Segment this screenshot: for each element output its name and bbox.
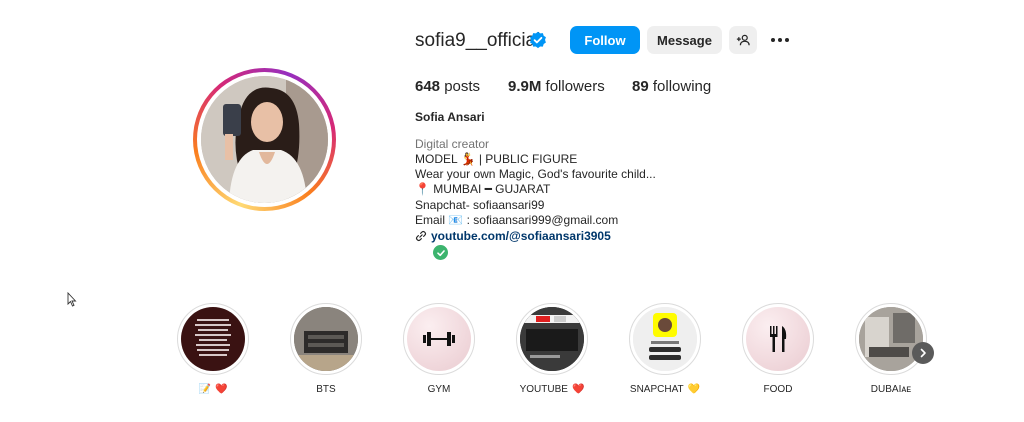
suggested-users-button[interactable]	[729, 26, 757, 54]
chevron-right-icon	[920, 348, 926, 358]
profile-avatar[interactable]	[193, 68, 336, 211]
highlight-cover	[520, 307, 584, 371]
bio-link[interactable]: youtube.com/@sofiaansari3905	[415, 229, 611, 243]
highlight-cover	[181, 307, 245, 371]
highlight-cover	[407, 307, 471, 371]
highlight-label: YOUTUBE	[519, 384, 568, 395]
bio-line: 📍 MUMBAI ━ GUJARAT	[415, 182, 551, 196]
bio-line: Wear your own Magic, God's favourite chi…	[415, 167, 656, 181]
highlight-label: BTS	[316, 384, 336, 395]
bio-line: Email 📧 : sofiaansari999@gmail.com	[415, 213, 619, 227]
highlight-cover	[859, 307, 923, 371]
highlight-cover	[633, 307, 697, 371]
story-highlight[interactable]: FOOD	[742, 303, 814, 395]
highlight-label: SNAPCHAT	[629, 384, 684, 395]
profile-photo	[201, 76, 328, 203]
highlight-emoji: ❤️	[215, 384, 228, 395]
following-stat[interactable]: 89 following	[632, 78, 711, 95]
verified-badge-icon	[530, 31, 546, 49]
followers-stat[interactable]: 9.9M followers	[508, 78, 605, 95]
highlights-next-button[interactable]	[912, 342, 934, 364]
more-options-icon[interactable]	[771, 33, 793, 47]
link-icon	[415, 230, 427, 242]
add-user-icon	[736, 34, 750, 46]
highlight-emoji: ❤️	[571, 384, 585, 395]
bio-link-text: youtube.com/@sofiaansari3905	[431, 229, 611, 243]
message-button[interactable]: Message	[647, 26, 722, 54]
highlight-emoji: 💛	[687, 384, 701, 395]
highlight-label: FOOD	[763, 384, 793, 395]
profile-username: sofia9__official	[415, 30, 541, 51]
profile-category: Digital creator	[415, 137, 490, 151]
story-highlight[interactable]: BTS	[290, 303, 362, 395]
highlight-cover	[746, 307, 810, 371]
highlight-label: 📝	[198, 384, 211, 395]
story-highlight[interactable]: SNAPCHAT 💛	[629, 303, 701, 395]
highlight-cover	[294, 307, 358, 371]
story-highlight[interactable]: GYM	[403, 303, 475, 395]
story-highlight[interactable]: 📝 ❤️	[177, 303, 249, 395]
profile-full-name: Sofia Ansari	[415, 110, 485, 124]
story-highlight[interactable]: YOUTUBE ❤️	[516, 303, 588, 395]
posts-stat[interactable]: 648 posts	[415, 78, 480, 95]
highlight-label: DUBAIᴀᴇ	[870, 384, 912, 395]
fork-knife-icon	[770, 326, 787, 352]
bio-line: MODEL 💃 | PUBLIC FIGURE	[415, 152, 578, 166]
highlight-label: GYM	[427, 384, 451, 395]
dumbbell-icon	[423, 332, 455, 346]
follow-button[interactable]: Follow	[570, 26, 640, 54]
bio-line: Snapchat- sofiaansari99	[415, 198, 545, 212]
threads-check-icon[interactable]	[433, 245, 448, 260]
mouse-cursor-icon	[67, 292, 77, 307]
